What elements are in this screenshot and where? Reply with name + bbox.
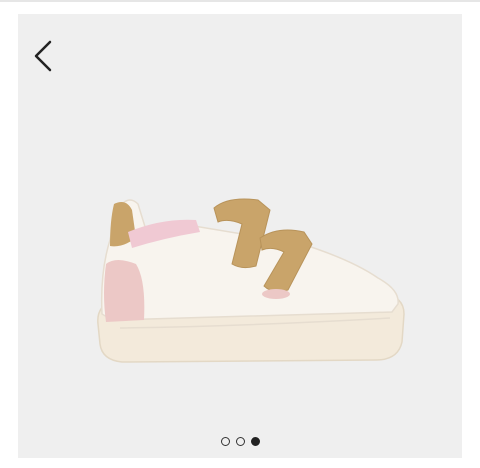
pager-dot-3-active[interactable] [250, 437, 260, 446]
chevron-left-icon [34, 40, 52, 72]
product-image-gallery[interactable] [18, 14, 462, 458]
product-image-baby-sneaker [97, 198, 405, 363]
top-divider [0, 0, 480, 2]
pager-dot-2[interactable] [235, 437, 245, 446]
image-pager-dots [18, 437, 462, 446]
pager-dot-1[interactable] [220, 437, 230, 446]
back-button[interactable] [30, 38, 60, 74]
